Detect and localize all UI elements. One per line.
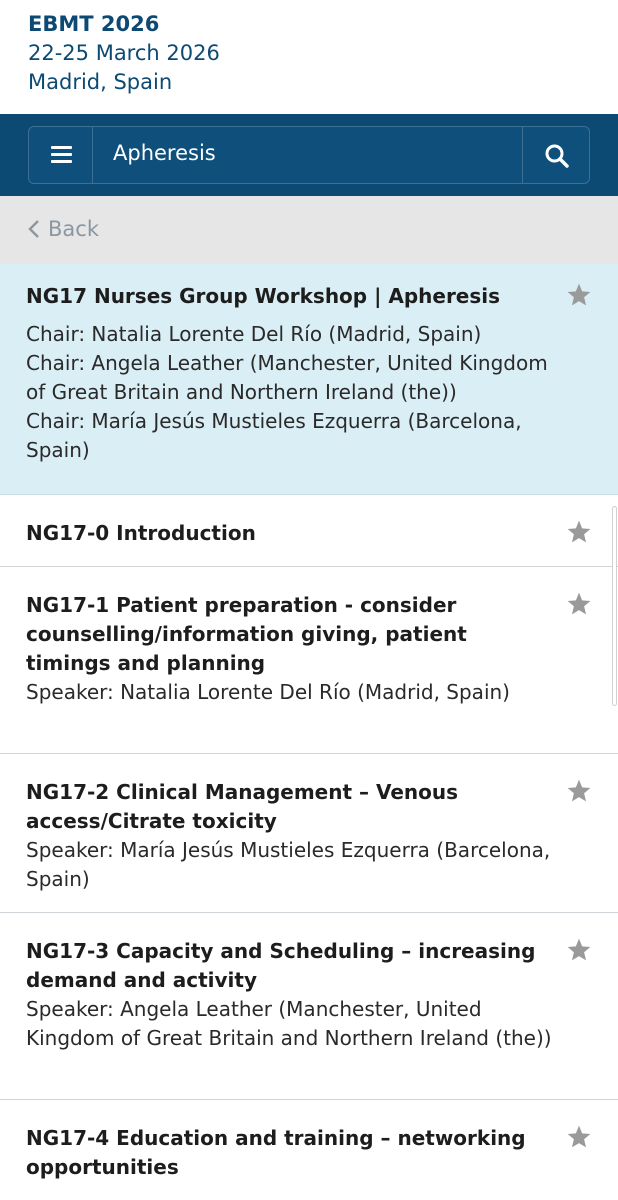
favorite-star-icon[interactable]	[566, 778, 592, 804]
list-item[interactable]: NG17-2 Clinical Management – Venous acce…	[0, 754, 618, 913]
list-item[interactable]: NG17-4 Education and training – networki…	[0, 1100, 618, 1200]
session-list: NG17 Nurses Group Workshop | Apheresis C…	[0, 264, 618, 1200]
list-item[interactable]: NG17-3 Capacity and Scheduling – increas…	[0, 913, 618, 1100]
favorite-star-icon[interactable]	[566, 591, 592, 617]
item-speaker: Speaker: Angela Leather (Manchester, Uni…	[26, 997, 552, 1050]
session-title: NG17 Nurses Group Workshop | Apheresis	[26, 284, 501, 308]
item-speaker: Speaker: Natalia Lorente Del Río (Madrid…	[26, 680, 510, 704]
search-icon	[545, 144, 569, 168]
search-box: Apheresis	[28, 126, 590, 184]
favorite-star-icon[interactable]	[566, 282, 592, 308]
item-speaker: Speaker: María Jesús Mustieles Ezquerra …	[26, 838, 551, 891]
conference-title: EBMT 2026	[28, 12, 160, 36]
item-title: NG17-1 Patient preparation - consider co…	[26, 593, 467, 675]
session-chair: Chair: Angela Leather (Manchester, Unite…	[26, 351, 548, 404]
conference-location: Madrid, Spain	[28, 70, 173, 94]
favorite-star-icon[interactable]	[566, 1124, 592, 1150]
conference-header: EBMT 2026 22-25 March 2026 Madrid, Spain	[0, 0, 618, 114]
session-chair: Chair: María Jesús Mustieles Ezquerra (B…	[26, 409, 522, 462]
back-label: Back	[48, 217, 99, 241]
search-bar: Apheresis	[0, 114, 618, 196]
list-item[interactable]: NG17-0 Introduction	[0, 495, 618, 567]
scrollbar[interactable]	[612, 506, 617, 706]
search-button[interactable]	[522, 127, 589, 183]
conference-dates: 22-25 March 2026	[28, 41, 220, 65]
favorite-star-icon[interactable]	[566, 937, 592, 963]
session-chair: Chair: Natalia Lorente Del Río (Madrid, …	[26, 322, 482, 346]
back-bar: Back	[0, 196, 618, 264]
chevron-left-icon	[28, 220, 39, 238]
search-input[interactable]: Apheresis	[113, 141, 216, 165]
favorite-star-icon[interactable]	[566, 519, 592, 545]
item-title: NG17-4 Education and training – networki…	[26, 1126, 526, 1179]
session-header[interactable]: NG17 Nurses Group Workshop | Apheresis C…	[0, 264, 618, 495]
menu-button[interactable]	[29, 127, 93, 183]
item-title: NG17-0 Introduction	[26, 521, 256, 545]
item-title: NG17-3 Capacity and Scheduling – increas…	[26, 939, 536, 992]
item-title: NG17-2 Clinical Management – Venous acce…	[26, 780, 459, 833]
back-button[interactable]: Back	[28, 217, 99, 241]
list-item[interactable]: NG17-1 Patient preparation - consider co…	[0, 567, 618, 754]
